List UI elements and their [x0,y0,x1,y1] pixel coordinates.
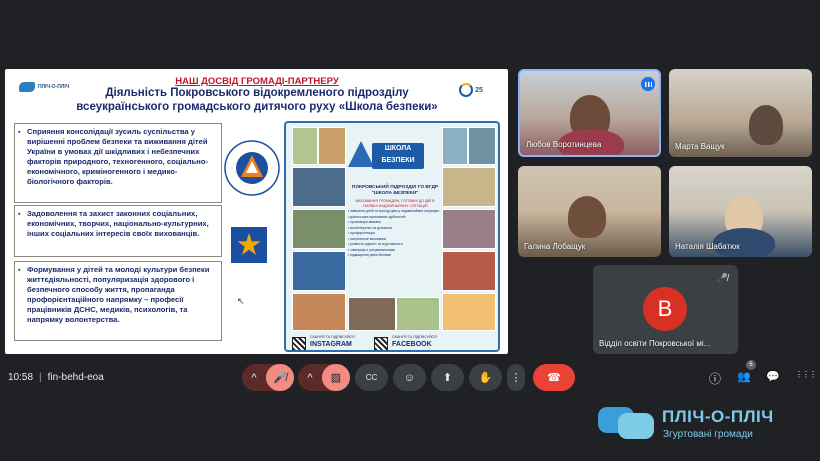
slide-title-line1: Діяльність Покровського відокремленого п… [105,87,409,99]
instagram-qr-icon [292,337,306,350]
meeting-time: 10:58 [8,372,34,383]
participant-name: Галина Лобащук [524,242,586,251]
captions-button[interactable]: CC [355,364,388,391]
meeting-info: 10:58 | fin-behd-eoa [8,372,104,383]
bullet-text: Формування у дітей та молоді культури бе… [27,265,210,324]
poster-logo-icon [348,141,374,167]
poster-photo [292,167,346,207]
bullet-text: Сприяння консолідації зусиль суспільства… [27,127,209,186]
poster-list-item: навчання дітей та молоді діям у надзвича… [348,209,440,215]
camera-control-group: ^ ▨ [298,364,350,391]
poster-photo [442,251,496,291]
participant-count-badge: 6 [746,360,756,370]
present-button[interactable]: ⬆ [431,364,464,391]
avatar: В [643,287,687,331]
mic-toggle-button[interactable]: 🎤̸ [266,364,294,391]
participant-name: Наталія Шабатюк [675,242,740,251]
school-safety-emblem-icon [224,140,280,196]
chat-button[interactable]: 💬 [766,370,780,383]
anniversary-logo-icon [459,83,474,97]
raise-hand-button[interactable]: ✋ [469,364,502,391]
meeting-code[interactable]: fin-behd-eoa [48,372,104,383]
slide-title-line2: всеукраїнського громадського дитячого ру… [76,101,438,113]
poster-red-text: ВИХОВАННЯ ГРОМАДЯН, ГОТОВИХ ДО ДІЙ В УМО… [355,199,435,208]
slide-logo-right: 25 [454,79,488,101]
poster-list: навчання дітей та молоді діям у надзвича… [348,209,440,297]
participant-tile[interactable]: Любов Воротинцева [518,69,661,157]
brand-mark-icon [19,82,35,92]
facebook-caption: СКАНУЙ ТА ПІДПИСУЙСЯ [392,335,437,339]
people-button[interactable]: 👥 [737,370,751,383]
poster-photo [292,251,346,291]
mic-control-group: ^ 🎤̸ [242,364,294,391]
participant-name: Відділ освіти Покровської мі... [599,339,711,348]
slide-bullet-3: ▪ Формування у дітей та молоді культури … [14,261,222,341]
poster-photo [442,167,496,207]
school-safety-poster: ШКОЛА БЕЗПЕКИ ПОКРОВСЬКИЙ ПІДРОЗДІЛ ГО В… [284,121,500,352]
meeting-details-button[interactable]: ⓘ [709,370,721,387]
poster-list-item: підвищення рівня безпеки [348,253,440,259]
poster-photo [442,209,496,249]
meet-window: ПЛІЧ-О-ПЛІЧ 25 НАШ ДОСВІД ГРОМАДІ-ПАРТНЕ… [0,0,820,461]
participant-name: Марта Ващук [675,142,725,151]
camera-options-chevron-icon[interactable]: ^ [298,372,322,384]
end-call-button[interactable]: ☎ [533,364,575,391]
participant-tile[interactable]: 🎤̸ В Відділ освіти Покровської мі... [593,265,738,354]
poster-photo [442,293,496,331]
meeting-separator: | [39,372,42,383]
bullet-square-icon: ▪ [18,267,21,274]
slide-bullet-2: ▪ Задоволення та захист законних соціаль… [14,205,222,257]
bullet-square-icon: ▪ [18,211,21,218]
poster-photo [348,297,396,331]
presentation-slide: ПЛІЧ-О-ПЛІЧ 25 НАШ ДОСВІД ГРОМАДІ-ПАРТНЕ… [5,69,508,354]
activities-button[interactable]: ⋮⋮⋮ [795,370,817,379]
brand-watermark: ПЛІЧ-О-ПЛІЧ Згуртовані громади [596,401,806,447]
poster-photo [442,127,468,165]
anniversary-number: 25 [475,86,483,94]
slide-title-red: НАШ ДОСВІД ГРОМАДІ-ПАРТНЕРУ [175,76,339,87]
dsns-emblem-icon [231,227,267,263]
poster-title-box: ШКОЛА БЕЗПЕКИ [348,141,440,186]
emoji-button[interactable]: ☺ [393,364,426,391]
facebook-label: FACEBOOK [392,341,432,348]
participant-tile[interactable]: Наталія Шабатюк [669,166,812,257]
more-options-button[interactable]: ⋮ [507,364,525,391]
poster-subtitle: ПОКРОВСЬКИЙ ПІДРОЗДІЛ ГО ВГДР "ШКОЛА БЕЗ… [351,185,439,196]
instagram-label: INSTAGRAM [310,341,352,348]
poster-school-label: ШКОЛА БЕЗПЕКИ [372,143,424,169]
brand-name: ПЛІЧ-О-ПЛІЧ [662,407,774,426]
participant-video [749,105,783,145]
mic-options-chevron-icon[interactable]: ^ [242,372,266,384]
mic-off-icon: 🎤̸ [716,273,728,283]
bullet-text: Задоволення та захист законних соціальни… [27,209,209,238]
slide-logo-left: ПЛІЧ-О-ПЛІЧ [19,82,69,92]
camera-toggle-button[interactable]: ▨ [322,364,350,391]
instagram-caption: СКАНУЙ ТА ПІДПИСУЙСЯ [310,335,355,339]
poster-photo [292,293,346,331]
mouse-cursor-icon: ↖ [237,296,245,306]
participant-video [568,196,606,238]
poster-photo [292,209,346,249]
poster-photo [396,297,440,331]
poster-photo [292,127,318,165]
brand-tagline: Згуртовані громади [663,429,753,440]
brand-logo-icon [598,407,654,439]
poster-photo [468,127,496,165]
bullet-square-icon: ▪ [18,129,21,136]
slide-bullet-1: ▪ Сприяння консолідації зусиль суспільст… [14,123,222,203]
speaking-indicator-icon [641,77,655,91]
participant-name: Любов Воротинцева [526,140,602,149]
facebook-qr-icon [374,337,388,350]
participant-tile[interactable]: Галина Лобащук [518,166,661,257]
poster-photo [318,127,346,165]
participant-tile[interactable]: Марта Ващук [669,69,812,157]
